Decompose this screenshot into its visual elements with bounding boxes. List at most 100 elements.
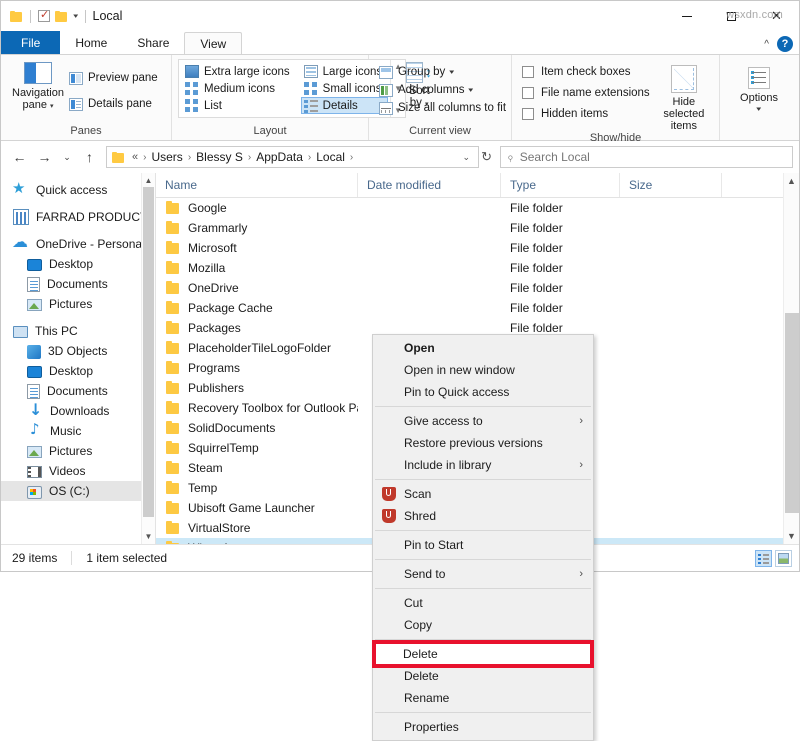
table-row[interactable]: Google File folder: [156, 198, 799, 218]
scroll-up-icon[interactable]: ▲: [145, 176, 153, 185]
chevron-down-icon[interactable]: ▾: [450, 68, 455, 76]
sidebar-item-pictures[interactable]: Pictures: [1, 441, 155, 461]
menu-item-delete[interactable]: Delete: [373, 665, 593, 687]
sidebar-item-documents[interactable]: Documents: [1, 381, 155, 401]
help-icon[interactable]: ?: [777, 36, 793, 52]
column-header-date-modified[interactable]: Date modified: [358, 173, 501, 197]
large-icons-view-icon[interactable]: [775, 549, 792, 567]
sidebar-item-onedrive-documents[interactable]: Documents: [1, 274, 155, 294]
minimize-button[interactable]: [664, 1, 709, 31]
tab-view[interactable]: View: [184, 32, 243, 54]
menu-item-send-to[interactable]: Send to ›: [373, 563, 593, 585]
layout-list[interactable]: List: [182, 97, 296, 114]
sidebar-item-onedrive-pictures[interactable]: Pictures: [1, 294, 155, 314]
sidebar-item-farrad-production[interactable]: FARRAD PRODUCTION: [1, 207, 155, 227]
menu-item-restore-previous-versions[interactable]: Restore previous versions: [373, 432, 593, 454]
breadcrumb-item-appdata[interactable]: AppData: [256, 150, 303, 164]
layout-extra-large-icons[interactable]: Extra large icons: [182, 63, 296, 80]
menu-item-give-access-to[interactable]: Give access to ›: [373, 410, 593, 432]
item-check-boxes-option[interactable]: Item check boxes: [522, 61, 650, 82]
folder-icon[interactable]: [10, 10, 23, 22]
file-name-extensions-option[interactable]: File name extensions: [522, 82, 650, 103]
collapse-ribbon-icon[interactable]: ^: [764, 39, 769, 50]
table-row[interactable]: Grammarly File folder: [156, 218, 799, 238]
sidebar-item-downloads[interactable]: Downloads: [1, 400, 155, 421]
navigation-pane-scrollbar[interactable]: ▲ ▼: [141, 173, 155, 544]
chevron-down-icon[interactable]: ▾: [73, 12, 78, 20]
details-pane-button[interactable]: Details pane: [69, 95, 162, 113]
sidebar-item-videos[interactable]: Videos: [1, 461, 155, 481]
column-header-name[interactable]: Name: [156, 173, 358, 197]
group-by-button[interactable]: Group by ▾: [379, 63, 510, 81]
menu-item-rename[interactable]: Rename: [373, 687, 593, 709]
chevron-down-icon[interactable]: ▾: [469, 86, 474, 94]
scrollbar-thumb[interactable]: [143, 187, 154, 517]
hidden-items-option[interactable]: Hidden items: [522, 103, 650, 124]
search-input[interactable]: ⌕ Search Local: [500, 146, 793, 168]
sidebar-item-this-pc[interactable]: This PC: [1, 321, 155, 341]
table-row[interactable]: Package Cache File folder: [156, 298, 799, 318]
column-header-type[interactable]: Type: [501, 173, 620, 197]
address-dropdown-icon[interactable]: ⌄: [459, 152, 475, 163]
options-button[interactable]: Options ▾: [728, 59, 790, 116]
chevron-down-icon[interactable]: ▾: [757, 104, 762, 116]
scrollbar-thumb[interactable]: [785, 313, 799, 513]
sidebar-item-onedrive-desktop[interactable]: Desktop: [1, 254, 155, 274]
sidebar-item-desktop[interactable]: Desktop: [1, 361, 155, 381]
tab-home[interactable]: Home: [60, 32, 122, 54]
new-folder-icon[interactable]: [55, 10, 68, 22]
scroll-down-icon[interactable]: ▼: [145, 532, 153, 541]
context-menu: Open Open in new window Pin to Quick acc…: [372, 334, 594, 741]
breadcrumb-item-blessy-s[interactable]: Blessy S: [196, 150, 243, 164]
breadcrumb-item-local[interactable]: Local: [316, 150, 345, 164]
checkbox[interactable]: [522, 86, 534, 99]
view-mode-buttons: [755, 545, 792, 571]
checkbox[interactable]: [522, 65, 534, 78]
file-name-cell: Ubisoft Game Launcher: [156, 501, 358, 515]
navigation-pane-button[interactable]: Navigation pane ▾: [7, 59, 69, 113]
menu-item-delete-highlighted[interactable]: Delete: [372, 640, 594, 668]
recent-locations-button[interactable]: ⌄: [57, 144, 77, 170]
menu-item-pin-to-quick-access[interactable]: Pin to Quick access: [373, 381, 593, 403]
sidebar-item-3d-objects[interactable]: 3D Objects: [1, 341, 155, 361]
sidebar-item-music[interactable]: Music: [1, 420, 155, 441]
breadcrumb[interactable]: « › Users › Blessy S › AppData › Local ›…: [106, 146, 480, 168]
sidebar-item-onedrive-personal[interactable]: OneDrive - Personal: [1, 232, 155, 254]
menu-item-pin-to-start[interactable]: Pin to Start: [373, 534, 593, 556]
sidebar-item-label: Pictures: [49, 297, 93, 311]
properties-icon[interactable]: [38, 8, 50, 22]
layout-medium-icons[interactable]: Medium icons: [182, 80, 296, 97]
menu-item-cut[interactable]: Cut: [373, 592, 593, 614]
file-list-scrollbar[interactable]: ▲ ▼: [783, 173, 799, 544]
menu-item-copy[interactable]: Copy: [373, 614, 593, 636]
scroll-down-icon[interactable]: ▼: [787, 531, 796, 541]
size-all-columns-button[interactable]: Size all columns to fit: [379, 99, 510, 117]
hide-selected-items-button[interactable]: Hide selected items: [655, 59, 713, 132]
refresh-button[interactable]: ↻: [479, 149, 497, 165]
add-columns-button[interactable]: Add columns ▾: [379, 81, 510, 99]
column-header-size[interactable]: Size: [620, 173, 722, 197]
table-row[interactable]: Mozilla File folder: [156, 258, 799, 278]
breadcrumb-overflow-icon[interactable]: «: [130, 151, 138, 163]
preview-pane-button[interactable]: Preview pane: [69, 69, 162, 87]
forward-button[interactable]: →: [32, 144, 57, 170]
tab-file[interactable]: File: [1, 31, 61, 54]
breadcrumb-item-users[interactable]: Users: [151, 150, 182, 164]
sidebar-item-quick-access[interactable]: Quick access: [1, 179, 155, 200]
checkbox[interactable]: [522, 107, 534, 120]
menu-item-open[interactable]: Open: [373, 337, 593, 359]
sidebar-item-os-c[interactable]: OS (C:): [1, 481, 155, 501]
menu-item-include-in-library[interactable]: Include in library ›: [373, 454, 593, 476]
details-view-icon[interactable]: [755, 549, 772, 567]
menu-item-properties[interactable]: Properties: [373, 716, 593, 738]
table-row[interactable]: OneDrive File folder: [156, 278, 799, 298]
menu-item-open-in-new-window[interactable]: Open in new window: [373, 359, 593, 381]
chevron-down-icon[interactable]: ▾: [50, 103, 54, 110]
back-button[interactable]: ←: [7, 144, 32, 170]
up-button[interactable]: ↑: [77, 144, 102, 170]
menu-item-shred[interactable]: Shred: [373, 505, 593, 527]
table-row[interactable]: Microsoft File folder: [156, 238, 799, 258]
scroll-up-icon[interactable]: ▲: [787, 176, 796, 186]
tab-share[interactable]: Share: [122, 32, 184, 54]
menu-item-scan[interactable]: Scan: [373, 483, 593, 505]
